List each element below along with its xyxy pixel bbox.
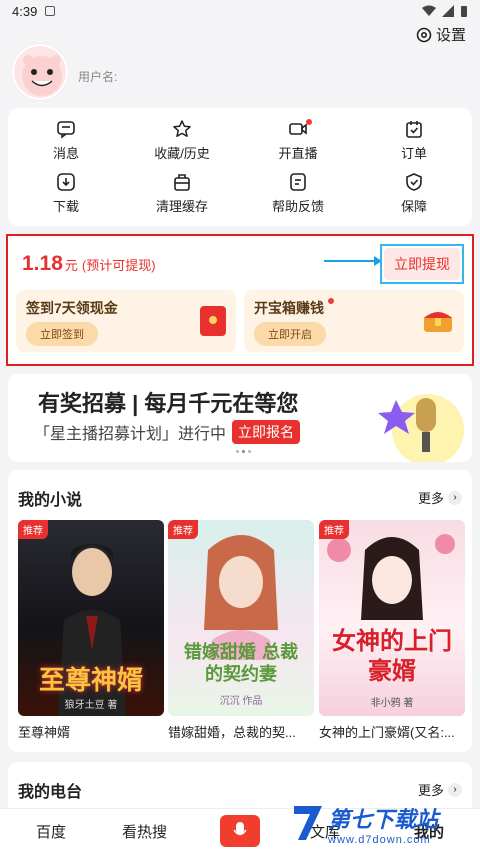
shield-icon — [406, 173, 422, 191]
my-novels-section: 我的小说 更多 › 推荐 至尊神婿 狼牙土豆 著 至尊神婿 推荐 错嫁甜婚 总裁… — [8, 470, 472, 752]
wifi-icon — [422, 5, 436, 16]
watermark: 第七下载站 www.d7down.com — [292, 800, 480, 853]
recommend-tag: 推荐 — [168, 520, 198, 539]
grid-item-clear-cache[interactable]: 清理缓存 — [124, 167, 240, 220]
section-title: 我的电台 — [18, 784, 83, 801]
microphone-icon — [233, 822, 247, 836]
grid-label: 消息 — [52, 146, 79, 161]
withdraw-highlight: 立即提现 — [380, 244, 464, 284]
voice-button[interactable] — [220, 815, 260, 847]
checkin-button[interactable]: 立即签到 — [26, 322, 98, 346]
cover-title: 至尊神婿 — [38, 666, 143, 696]
cover-figure — [204, 535, 278, 660]
notification-dot — [328, 298, 334, 304]
cover-author: 非小鸦 著 — [370, 698, 414, 709]
arrow-annotation — [324, 256, 382, 266]
avatar-image — [22, 55, 62, 96]
grid-item-orders[interactable]: 订单 — [356, 114, 472, 167]
treasure-task[interactable]: 开宝箱赚钱 立即开启 — [244, 290, 464, 352]
amount-note: (预计可提现) — [81, 258, 156, 273]
grid-item-messages[interactable]: 消息 — [8, 114, 124, 167]
function-grid: 消息 收藏/历史 开直播 订单 下载 清理缓存 帮助反馈 保障 — [8, 108, 472, 226]
signup-button[interactable]: 立即报名 — [232, 420, 301, 444]
task-title: 开宝箱赚钱 — [254, 300, 324, 316]
carousel-dots — [236, 450, 251, 453]
more-label: 更多 — [417, 783, 444, 798]
notification-icon — [45, 6, 56, 16]
amount-unit: 元 — [64, 258, 78, 273]
grid-item-feedback[interactable]: 帮助反馈 — [240, 167, 356, 220]
avatar[interactable] — [12, 44, 68, 100]
settings-label: 设置 — [435, 27, 466, 44]
book-cover[interactable]: 推荐 至尊神婿 狼牙土豆 著 — [18, 520, 164, 716]
book-cover[interactable]: 推荐 错嫁甜婚 总裁的契约妻 沉沉 作品 — [168, 520, 314, 716]
cover-figure — [327, 534, 455, 620]
grid-label: 收藏/历史 — [154, 146, 210, 161]
grid-label: 订单 — [400, 146, 427, 161]
recommend-tag: 推荐 — [319, 520, 349, 539]
battery-icon — [461, 5, 467, 17]
banner-subtitle: 「星主播招募计划」进行中 — [34, 426, 227, 443]
recommend-tag: 推荐 — [18, 520, 48, 539]
tab-baidu[interactable]: 百度 — [36, 821, 66, 842]
checkin-task[interactable]: 签到7天领现金 立即签到 — [16, 290, 236, 352]
star-icon — [173, 120, 191, 137]
watermark-logo-icon — [294, 806, 322, 840]
earnings-amount: 1.18 元 (预计可提现) — [22, 252, 156, 276]
cache-icon — [174, 174, 190, 191]
amount-value: 1.18 — [22, 252, 63, 275]
chevron-right-icon: › — [448, 490, 462, 505]
grid-item-protection[interactable]: 保障 — [356, 167, 472, 220]
signal-icon — [442, 5, 454, 17]
grid-item-download[interactable]: 下载 — [8, 167, 124, 220]
message-icon — [57, 121, 75, 139]
grid-item-live[interactable]: 开直播 — [240, 114, 356, 167]
book-title[interactable]: 错嫁甜婚，总裁的契... — [168, 722, 314, 741]
red-packet-icon — [200, 306, 226, 336]
grid-label: 保障 — [400, 199, 427, 214]
earnings-panel: 1.18 元 (预计可提现) 立即提现 签到7天领现金 立即签到 开宝箱赚钱 立即开… — [6, 234, 474, 366]
video-icon — [289, 123, 307, 135]
open-chest-button[interactable]: 立即开启 — [254, 322, 326, 346]
gear-icon — [416, 27, 432, 42]
cover-author: 沉沉 作品 — [219, 696, 263, 707]
cover-author: 狼牙土豆 著 — [64, 700, 118, 711]
tab-hot-search[interactable]: 看热搜 — [122, 821, 167, 842]
recruit-banner[interactable]: 有奖招募 | 每月千元在等您 「星主播招募计划」进行中 立即报名 — [8, 374, 472, 462]
grid-label: 清理缓存 — [155, 199, 208, 214]
feedback-icon — [290, 173, 306, 191]
grid-item-favorites[interactable]: 收藏/历史 — [124, 114, 240, 167]
cover-title: 错嫁甜婚 总裁的契约妻 — [183, 642, 299, 685]
novels-more-button[interactable]: 更多 › — [418, 488, 462, 507]
username-label: 用户名: — [78, 70, 118, 84]
order-icon — [406, 121, 422, 138]
status-bar: 4:39 — [0, 0, 480, 22]
settings-button[interactable]: 设置 — [416, 24, 466, 45]
download-icon — [57, 173, 75, 191]
book-title[interactable]: 女神的上门豪婿(又名:... — [319, 722, 465, 741]
grid-label: 下载 — [52, 199, 79, 214]
microphone-icon — [378, 394, 464, 462]
banner-subtitle-row: 「星主播招募计划」进行中 立即报名 — [34, 420, 301, 444]
treasure-chest-icon — [424, 312, 452, 332]
banner-title: 有奖招募 | 每月千元在等您 — [38, 391, 299, 416]
watermark-text: 第七下载站 — [328, 807, 439, 832]
notification-dot — [306, 119, 312, 125]
status-time: 4:39 — [12, 3, 38, 19]
radio-more-button[interactable]: 更多 › — [418, 780, 462, 799]
chevron-right-icon: › — [448, 782, 462, 797]
cover-title: 女神的上门豪婿 — [332, 626, 452, 685]
book-title[interactable]: 至尊神婿 — [18, 722, 164, 741]
watermark-url: www.d7down.com — [328, 834, 431, 846]
withdraw-button[interactable]: 立即提现 — [384, 248, 460, 280]
section-title: 我的小说 — [18, 492, 83, 509]
grid-label: 帮助反馈 — [271, 199, 324, 214]
task-title: 签到7天领现金 — [26, 300, 118, 316]
more-label: 更多 — [417, 491, 444, 506]
grid-label: 开直播 — [278, 146, 318, 161]
book-cover[interactable]: 推荐 女神的上门豪婿 非小鸦 著 — [319, 520, 465, 716]
status-icons — [422, 5, 468, 18]
